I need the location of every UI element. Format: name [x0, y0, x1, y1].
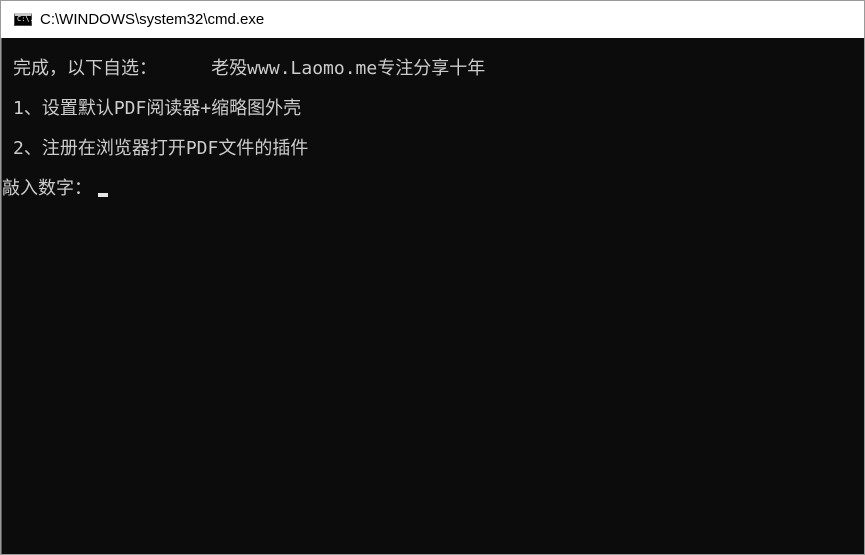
- window-left-border: [1, 38, 2, 554]
- input-prompt: 敲入数字：: [2, 178, 92, 199]
- cmd-window: C:\. C:\WINDOWS\system32\cmd.exe 完成，以下自选…: [0, 0, 865, 555]
- console-line: 2、注册在浏览器打开PDF文件的插件: [13, 138, 309, 159]
- cmd-icon-label: C:\.: [17, 15, 34, 23]
- input-prompt-line[interactable]: 敲入数字：: [2, 177, 108, 201]
- console-output[interactable]: 完成，以下自选： 老殁www.Laomo.me专注分享十年 1、设置默认PDF阅…: [1, 38, 864, 554]
- window-title: C:\WINDOWS\system32\cmd.exe: [40, 11, 265, 28]
- console-line: 1、设置默认PDF阅读器+缩略图外壳: [13, 98, 302, 119]
- console-line: 完成，以下自选： 老殁www.Laomo.me专注分享十年: [13, 58, 486, 79]
- title-bar[interactable]: C:\. C:\WINDOWS\system32\cmd.exe: [1, 1, 864, 38]
- text-cursor: [98, 193, 108, 197]
- cmd-icon[interactable]: C:\.: [14, 13, 34, 26]
